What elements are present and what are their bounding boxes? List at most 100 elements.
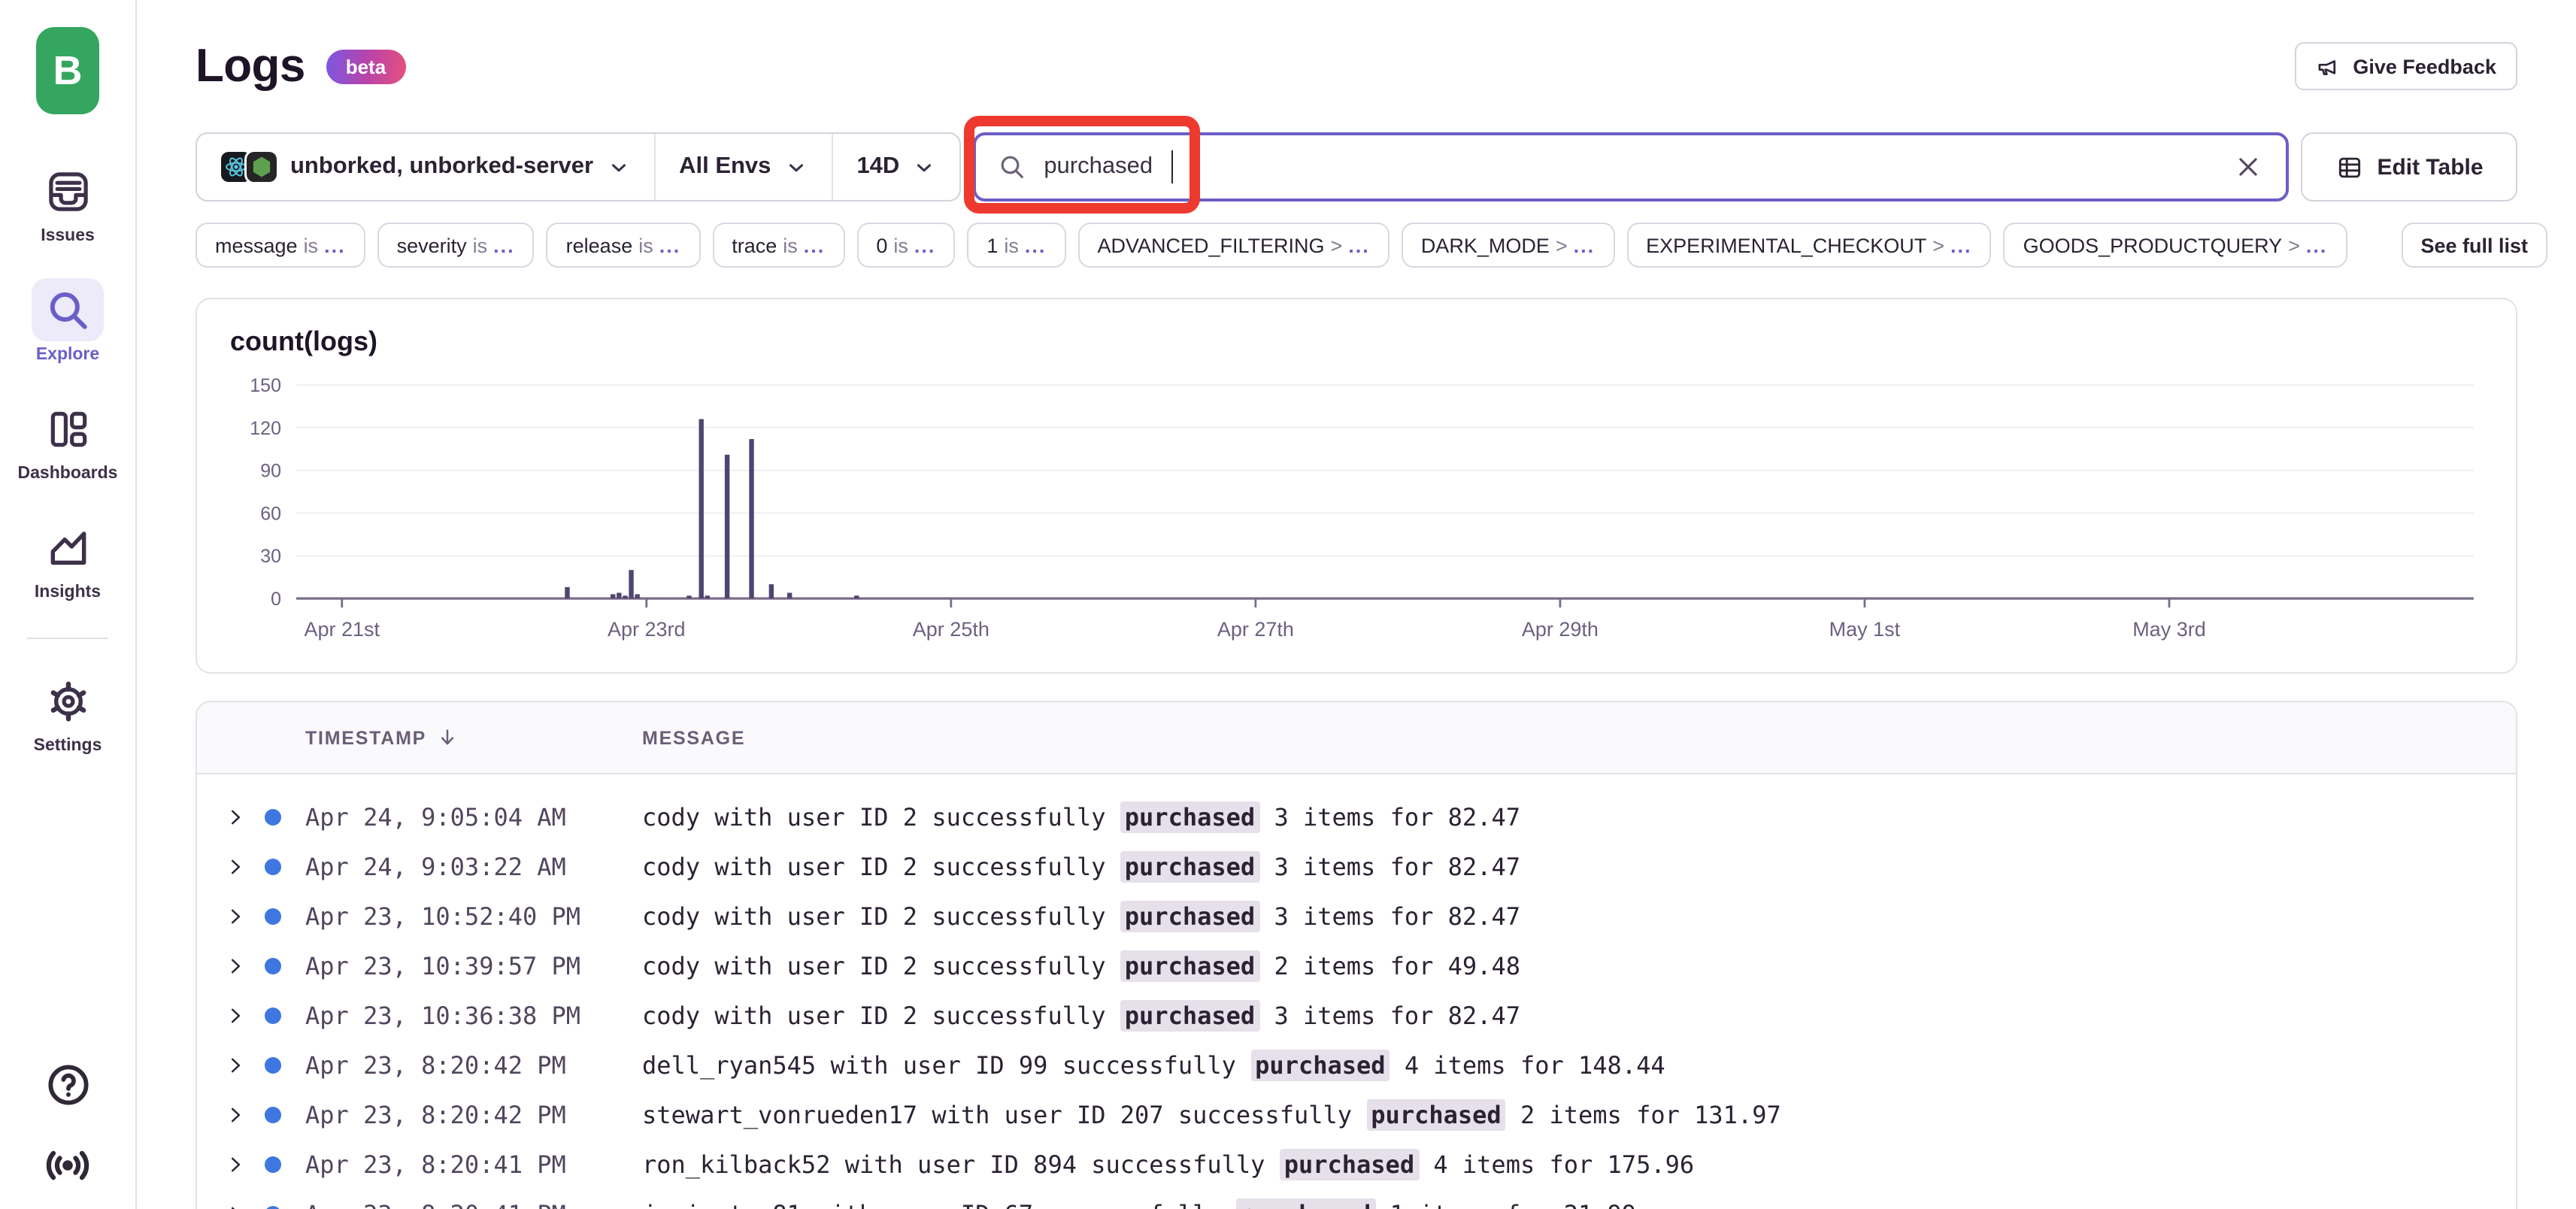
sidebar-item-explore[interactable]: Explore xyxy=(32,278,104,364)
chart-bar xyxy=(705,595,710,598)
log-row[interactable]: Apr 24, 9:03:22 AMcody with user ID 2 su… xyxy=(197,842,2516,892)
message-text: cody with user ID 2 successfully xyxy=(642,853,1120,881)
filter-chip[interactable]: releaseis... xyxy=(547,223,701,268)
help-icon[interactable] xyxy=(43,1060,92,1110)
message-text: 1 items for 21.99 xyxy=(1375,1200,1636,1209)
message-column-header[interactable]: MESSAGE xyxy=(642,727,745,748)
see-full-list-button[interactable]: See full list xyxy=(2401,223,2547,268)
chart-bar xyxy=(635,594,639,598)
filter-chip[interactable]: GOODS_PRODUCTQUERY>... xyxy=(2004,223,2347,268)
message-text: cody with user ID 2 successfully xyxy=(642,952,1120,980)
expand-chevron-icon[interactable] xyxy=(226,1204,245,1209)
y-axis-tick-label: 150 xyxy=(250,375,281,396)
timestamp-column-label: TIMESTAMP xyxy=(305,727,426,748)
log-message: janie_toy81 with user ID 67 successfully… xyxy=(642,1200,1636,1209)
filter-chip[interactable]: messageis... xyxy=(195,223,365,268)
filter-chip[interactable]: EXPERIMENTAL_CHECKOUT>... xyxy=(1626,223,1991,268)
sidebar-divider xyxy=(27,638,108,639)
expand-chevron-icon[interactable] xyxy=(226,808,245,827)
message-column-label: MESSAGE xyxy=(642,727,745,748)
logs-table-header: TIMESTAMP MESSAGE xyxy=(197,702,2516,774)
search-input[interactable]: purchased xyxy=(973,132,2289,202)
chart-bar xyxy=(565,587,569,598)
chip-value-ellipsis: ... xyxy=(324,234,346,256)
timestamp-column-header[interactable]: TIMESTAMP xyxy=(305,726,642,749)
project-selector[interactable]: unborked, unborked-server xyxy=(197,134,653,200)
clear-search-button[interactable] xyxy=(2232,150,2265,183)
severity-dot xyxy=(265,1057,281,1074)
search-term-highlight: purchased xyxy=(1120,801,1259,833)
expand-chevron-icon[interactable] xyxy=(226,907,245,926)
environment-selector[interactable]: All Envs xyxy=(653,134,831,200)
filter-chip[interactable]: ADVANCED_FILTERING>... xyxy=(1077,223,1389,268)
dashboards-icon xyxy=(32,397,104,460)
search-term-highlight: purchased xyxy=(1280,1149,1419,1180)
logs-count-chart[interactable]: 0306090120150Apr 21stApr 23rdApr 25thApr… xyxy=(230,358,2486,660)
log-message: cody with user ID 2 successfully purchas… xyxy=(642,952,1520,980)
sidebar-item-label: Insights xyxy=(35,583,101,601)
chart-bar xyxy=(787,592,792,598)
log-row[interactable]: Apr 24, 9:05:04 AMcody with user ID 2 su… xyxy=(197,792,2516,842)
chip-value-ellipsis: ... xyxy=(914,234,936,256)
chart-bar xyxy=(725,455,729,598)
settings-gear-icon xyxy=(32,669,104,732)
y-axis-tick-label: 0 xyxy=(271,589,281,610)
sidebar-item-settings[interactable]: Settings xyxy=(32,669,104,755)
search-input-value: purchased xyxy=(1044,153,1153,180)
sidebar-item-insights[interactable]: Insights xyxy=(32,516,104,601)
give-feedback-button[interactable]: Give Feedback xyxy=(2294,42,2517,90)
explore-search-icon xyxy=(32,278,104,341)
log-row[interactable]: Apr 23, 10:39:57 PMcody with user ID 2 s… xyxy=(197,941,2516,991)
broadcast-icon[interactable] xyxy=(42,1140,93,1191)
give-feedback-label: Give Feedback xyxy=(2353,55,2496,77)
chip-operator: is xyxy=(638,234,653,256)
chip-key: EXPERIMENTAL_CHECKOUT xyxy=(1646,234,1926,256)
expand-chevron-icon[interactable] xyxy=(226,857,245,877)
environment-selector-value: All Envs xyxy=(679,153,771,180)
expand-chevron-icon[interactable] xyxy=(226,1056,245,1075)
filter-chip[interactable]: severityis... xyxy=(377,223,535,268)
chip-value-ellipsis: ... xyxy=(1950,234,1972,256)
chip-operator: > xyxy=(1331,234,1343,256)
insights-icon xyxy=(32,516,104,579)
filter-chip[interactable]: 1is... xyxy=(967,223,1065,268)
log-row[interactable]: Apr 23, 8:20:41 PMjanie_toy81 with user … xyxy=(197,1189,2516,1209)
log-row[interactable]: Apr 23, 10:52:40 PMcody with user ID 2 s… xyxy=(197,892,2516,941)
y-axis-tick-label: 60 xyxy=(260,503,281,524)
y-axis-tick-label: 30 xyxy=(260,546,281,567)
date-range-selector[interactable]: 14D xyxy=(831,134,959,200)
chip-key: 1 xyxy=(986,234,998,256)
sidebar-item-dashboards[interactable]: Dashboards xyxy=(18,397,118,483)
sidebar-item-issues[interactable]: Issues xyxy=(32,159,104,245)
platform-icons xyxy=(221,152,277,182)
issues-icon xyxy=(32,159,104,223)
filter-chip[interactable]: traceis... xyxy=(712,223,844,268)
message-text: cody with user ID 2 successfully xyxy=(642,902,1120,931)
chip-operator: is xyxy=(893,234,908,256)
beta-badge: beta xyxy=(326,49,405,83)
chevron-down-icon xyxy=(784,156,807,178)
filter-chip[interactable]: 0is... xyxy=(856,223,955,268)
expand-chevron-icon[interactable] xyxy=(226,956,245,976)
message-text: 3 items for 82.47 xyxy=(1259,1001,1520,1030)
message-text: cody with user ID 2 successfully xyxy=(642,1001,1120,1030)
chart-title: count(logs) xyxy=(230,326,2486,358)
org-logo[interactable]: B xyxy=(36,27,99,114)
log-row[interactable]: Apr 23, 10:36:38 PMcody with user ID 2 s… xyxy=(197,991,2516,1041)
log-row[interactable]: Apr 23, 8:20:42 PMdell_ryan545 with user… xyxy=(197,1041,2516,1090)
expand-chevron-icon[interactable] xyxy=(226,1155,245,1174)
logs-page: B Issues Explore xyxy=(0,0,2576,1209)
message-text: 3 items for 82.47 xyxy=(1259,803,1520,832)
log-row[interactable]: Apr 23, 8:20:41 PMron_kilback52 with use… xyxy=(197,1140,2516,1189)
expand-chevron-icon[interactable] xyxy=(226,1006,245,1026)
search-term-highlight: purchased xyxy=(1236,1198,1375,1209)
filter-chip[interactable]: DARK_MODE>... xyxy=(1402,223,1614,268)
date-range-value: 14D xyxy=(856,153,899,180)
expand-chevron-icon[interactable] xyxy=(226,1105,245,1125)
chip-value-ellipsis: ... xyxy=(1025,234,1047,256)
message-text: dell_ryan545 with user ID 99 successfull… xyxy=(642,1051,1250,1080)
edit-table-button[interactable]: Edit Table xyxy=(2301,132,2517,202)
message-text: 3 items for 82.47 xyxy=(1259,853,1520,881)
project-selector-value: unborked, unborked-server xyxy=(290,153,593,180)
log-row[interactable]: Apr 23, 8:20:42 PMstewart_vonrueden17 wi… xyxy=(197,1090,2516,1140)
